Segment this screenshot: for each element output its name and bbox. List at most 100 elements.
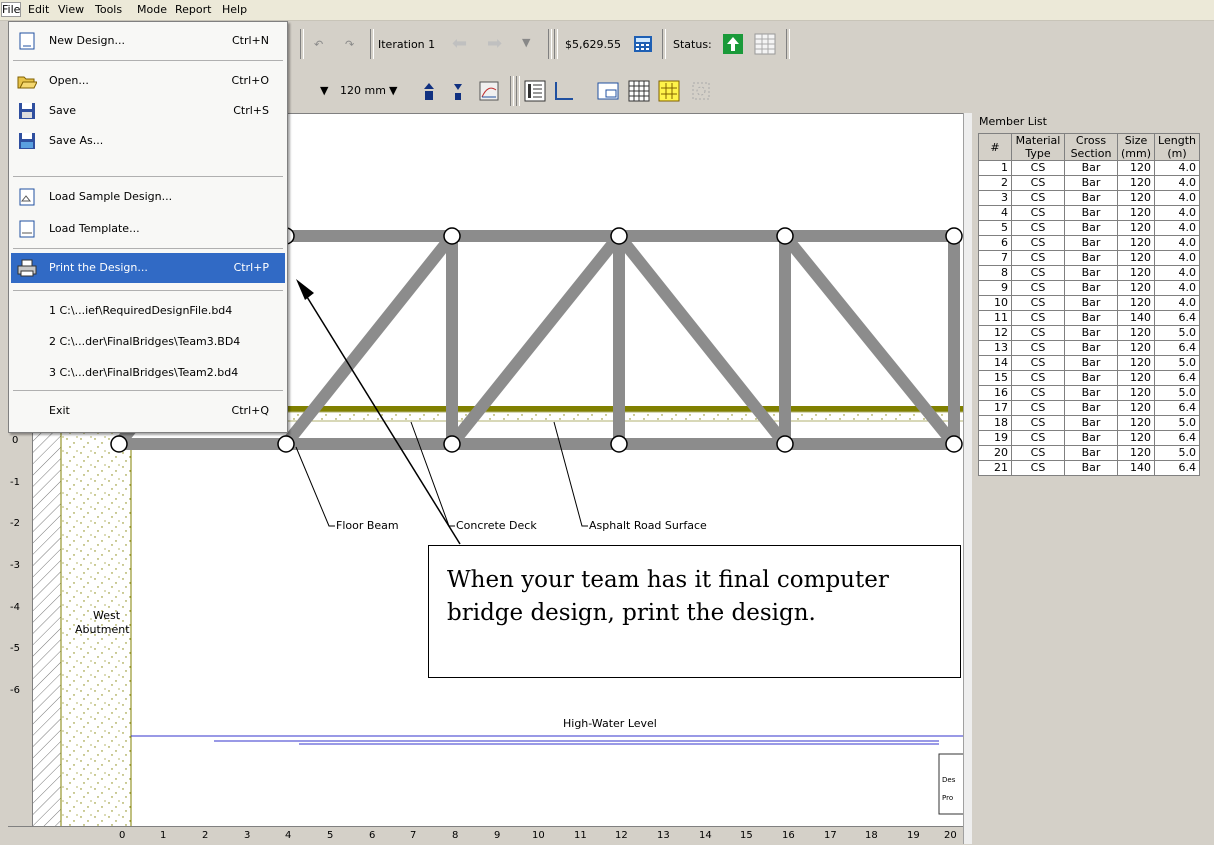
cost-value: $5,629.55 — [565, 38, 621, 51]
cross-section-dropdown-icon[interactable]: ▼ — [320, 84, 328, 97]
table-row[interactable]: 7 CS Bar 120 4.0 — [978, 250, 1201, 266]
new-design-menu-item[interactable]: New Design... Ctrl+N — [11, 26, 285, 56]
table-cell: 120 — [1116, 235, 1156, 251]
table-row[interactable]: 19 CS Bar 120 6.4 — [978, 430, 1201, 446]
decrease-size-icon[interactable] — [447, 80, 469, 102]
table-row[interactable]: 5 CS Bar 120 4.0 — [978, 220, 1201, 236]
table-row[interactable]: 2 CS Bar 120 4.0 — [978, 175, 1201, 191]
load-sample-design-menu-item[interactable]: Load Sample Design... — [11, 182, 285, 212]
joint[interactable] — [945, 435, 963, 453]
joint[interactable] — [776, 227, 794, 245]
sample-design-icon — [17, 187, 37, 207]
title-block-project: Pro — [942, 794, 954, 802]
report-grid-icon[interactable] — [754, 33, 776, 55]
increase-size-icon[interactable] — [418, 80, 440, 102]
menu-tools[interactable]: Tools — [95, 3, 122, 16]
table-row[interactable]: 6 CS Bar 120 4.0 — [978, 235, 1201, 251]
table-cell: CS — [1011, 355, 1065, 371]
iteration-dropdown-icon[interactable]: ▼ — [522, 36, 530, 49]
joint[interactable] — [610, 435, 628, 453]
table-row[interactable]: 14 CS Bar 120 5.0 — [978, 355, 1201, 371]
joint[interactable] — [776, 435, 794, 453]
recent-file-1-menu-item[interactable]: 1 C:\...ief\RequiredDesignFile.bd4 — [11, 296, 285, 326]
menu-mode[interactable]: Mode — [137, 3, 167, 16]
print-design-menu-item[interactable]: Print the Design... Ctrl+P — [11, 253, 285, 283]
member-list-toggle-icon[interactable] — [524, 80, 546, 102]
table-row[interactable]: 10 CS Bar 120 4.0 — [978, 295, 1201, 311]
column-header[interactable]: Cross Section — [1064, 133, 1118, 161]
floor-beam-leader — [295, 446, 335, 527]
joint[interactable] — [110, 435, 128, 453]
table-row[interactable]: 4 CS Bar 120 4.0 — [978, 205, 1201, 221]
ruler-label: 12 — [615, 830, 628, 841]
table-cell: Bar — [1064, 280, 1118, 296]
column-header[interactable]: # — [978, 133, 1012, 161]
table-cell: 120 — [1116, 205, 1156, 221]
ruler-label: 6 — [369, 830, 376, 841]
rulers-toggle-icon[interactable] — [553, 80, 575, 102]
toolbar-separator — [510, 76, 514, 106]
table-cell: 120 — [1116, 325, 1156, 341]
animation-toggle-icon[interactable] — [690, 80, 712, 102]
file-menu-dropdown: New Design... Ctrl+N Open... Ctrl+O Save… — [8, 21, 288, 433]
menu-file[interactable]: File — [0, 2, 22, 17]
calculator-icon[interactable] — [632, 33, 654, 55]
table-cell: 120 — [1116, 175, 1156, 191]
status-ok-icon[interactable] — [722, 33, 744, 55]
table-row[interactable]: 16 CS Bar 120 5.0 — [978, 385, 1201, 401]
table-cell: CS — [1011, 280, 1065, 296]
table-cell: 6.4 — [1154, 370, 1201, 386]
next-iteration-icon[interactable]: ➡ — [487, 33, 502, 54]
exit-menu-item[interactable]: Exit Ctrl+Q — [11, 396, 285, 426]
template-icon — [17, 219, 37, 239]
joint[interactable] — [443, 227, 461, 245]
recent-file-2-menu-item[interactable]: 2 C:\...der\FinalBridges\Team3.BD4 — [11, 327, 285, 357]
table-cell: Bar — [1064, 445, 1118, 461]
table-row[interactable]: 20 CS Bar 120 5.0 — [978, 445, 1201, 461]
joint[interactable] — [945, 227, 963, 245]
save-menu-item[interactable]: Save Ctrl+S — [11, 96, 285, 126]
table-cell: 6.4 — [1154, 430, 1201, 446]
table-row[interactable]: 13 CS Bar 120 6.4 — [978, 340, 1201, 356]
menu-edit[interactable]: Edit — [28, 3, 49, 16]
joint[interactable] — [277, 435, 295, 453]
menu-help[interactable]: Help — [222, 3, 247, 16]
undo-icon[interactable]: ↶ — [314, 38, 323, 51]
joint[interactable] — [443, 435, 461, 453]
snap-grid-icon[interactable] — [658, 80, 680, 102]
table-cell: 5 — [978, 220, 1012, 236]
table-cell: 4.0 — [1154, 235, 1201, 251]
table-row[interactable]: 11 CS Bar 140 6.4 — [978, 310, 1201, 326]
member-size-dropdown-icon[interactable]: ▼ — [389, 84, 397, 97]
menu-view[interactable]: View — [58, 3, 84, 16]
table-row[interactable]: 15 CS Bar 120 6.4 — [978, 370, 1201, 386]
table-row[interactable]: 21 CS Bar 140 6.4 — [978, 460, 1201, 476]
table-row[interactable]: 9 CS Bar 120 4.0 — [978, 280, 1201, 296]
joint[interactable] — [610, 227, 628, 245]
open-menu-item[interactable]: Open... Ctrl+O — [11, 66, 285, 96]
column-header[interactable]: Size (mm) — [1116, 133, 1156, 161]
title-block-toggle-icon[interactable] — [597, 80, 619, 102]
save-as-menu-item[interactable]: Save As... — [11, 126, 285, 156]
member-size-select[interactable]: 120 mm — [340, 84, 386, 97]
table-cell: 120 — [1116, 190, 1156, 206]
column-header[interactable]: Material Type — [1011, 133, 1065, 161]
menu-report[interactable]: Report — [175, 3, 211, 16]
redo-icon[interactable]: ↷ — [345, 38, 354, 51]
table-row[interactable]: 18 CS Bar 120 5.0 — [978, 415, 1201, 431]
table-row[interactable]: 8 CS Bar 120 4.0 — [978, 265, 1201, 281]
load-template-menu-item[interactable]: Load Template... — [11, 214, 285, 244]
table-cell: 4.0 — [1154, 220, 1201, 236]
table-row[interactable]: 1 CS Bar 120 4.0 — [978, 160, 1201, 176]
column-header[interactable]: Length (m) — [1154, 133, 1201, 161]
table-cell: 8 — [978, 265, 1012, 281]
table-row[interactable]: 12 CS Bar 120 5.0 — [978, 325, 1201, 341]
table-cell: CS — [1011, 220, 1065, 236]
vertical-scrollbar[interactable] — [963, 113, 972, 844]
table-row[interactable]: 17 CS Bar 120 6.4 — [978, 400, 1201, 416]
table-row[interactable]: 3 CS Bar 120 4.0 — [978, 190, 1201, 206]
grid-toggle-icon[interactable] — [628, 80, 650, 102]
previous-iteration-icon[interactable]: ⬅ — [452, 33, 467, 54]
recent-file-3-menu-item[interactable]: 3 C:\...der\FinalBridges\Team2.bd4 — [11, 358, 285, 388]
member-properties-icon[interactable] — [478, 80, 500, 102]
